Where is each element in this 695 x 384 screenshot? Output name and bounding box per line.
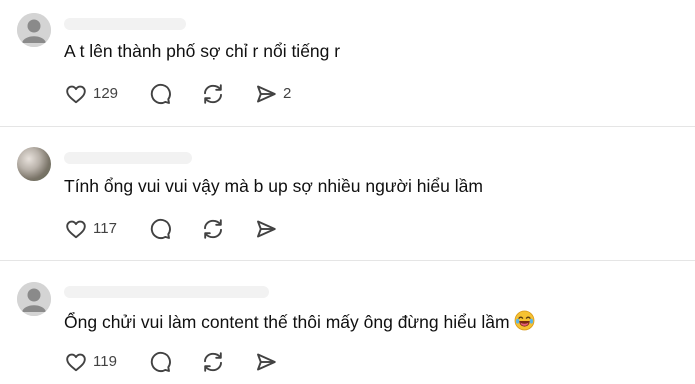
like-button[interactable]: 117 bbox=[64, 216, 117, 242]
repost-icon bbox=[204, 219, 222, 239]
comment-text: Tính ổng vui vui vậy mà b up sợ nhiều ng… bbox=[64, 176, 483, 196]
repost-button[interactable] bbox=[201, 349, 225, 375]
comment-feed: A t lên thành phố sợ chỉ r nổi tiếng r 1… bbox=[0, 0, 695, 384]
share-count: 2 bbox=[283, 85, 292, 102]
send-icon bbox=[257, 85, 276, 103]
reply-button[interactable] bbox=[148, 216, 172, 242]
like-button[interactable]: 129 bbox=[64, 81, 118, 107]
comment-bubble-icon bbox=[150, 218, 171, 239]
heart-icon bbox=[66, 353, 86, 372]
send-icon bbox=[257, 353, 276, 371]
heart-icon bbox=[66, 220, 86, 239]
default-avatar-icon[interactable] bbox=[17, 282, 51, 316]
action-bar: 119 bbox=[64, 349, 364, 375]
comment-text-content: Ổng chửi vui làm content thế thôi mấy ôn… bbox=[64, 312, 510, 332]
comment-post: Tính ổng vui vui vậy mà b up sợ nhiều ng… bbox=[0, 127, 695, 260]
like-count: 129 bbox=[93, 85, 119, 102]
laughing-emoji-icon bbox=[514, 310, 535, 336]
comment-text: A t lên thành phố sợ chỉ r nổi tiếng r bbox=[64, 41, 341, 61]
username-blurred[interactable] bbox=[64, 152, 192, 164]
repost-button[interactable] bbox=[201, 81, 225, 107]
like-button[interactable]: 119 bbox=[64, 349, 117, 375]
comment-post: A t lên thành phố sợ chỉ r nổi tiếng r 1… bbox=[0, 0, 695, 126]
send-icon bbox=[257, 220, 276, 238]
share-button[interactable]: 2 bbox=[254, 81, 291, 107]
action-bar: 129 2 bbox=[64, 81, 364, 107]
share-button[interactable] bbox=[254, 216, 278, 242]
photo-avatar[interactable] bbox=[17, 147, 51, 181]
like-count: 117 bbox=[93, 220, 117, 237]
like-count: 119 bbox=[93, 353, 117, 370]
reply-button[interactable] bbox=[148, 349, 172, 375]
reply-button[interactable] bbox=[148, 81, 172, 107]
comment-post: Ổng chửi vui làm content thế thôi mấy ôn… bbox=[0, 261, 695, 384]
share-button[interactable] bbox=[254, 349, 278, 375]
username-blurred[interactable] bbox=[64, 18, 186, 30]
heart-icon bbox=[66, 85, 86, 104]
comment-bubble-icon bbox=[150, 83, 171, 104]
repost-icon bbox=[204, 352, 222, 372]
comment-text: Ổng chửi vui làm content thế thôi mấy ôn… bbox=[64, 310, 535, 336]
username-blurred[interactable] bbox=[64, 286, 269, 298]
repost-icon bbox=[204, 84, 222, 104]
comment-bubble-icon bbox=[150, 351, 171, 372]
default-avatar-icon[interactable] bbox=[17, 13, 51, 47]
repost-button[interactable] bbox=[201, 216, 225, 242]
action-bar: 117 bbox=[64, 216, 364, 242]
